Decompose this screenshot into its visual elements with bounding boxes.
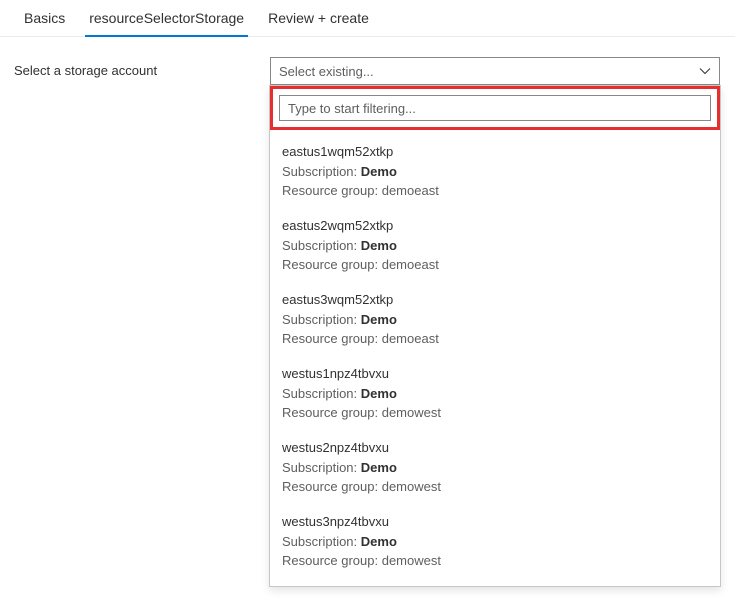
tab-review-create[interactable]: Review + create <box>256 0 381 36</box>
filter-input[interactable] <box>279 95 711 121</box>
option-subscription: Subscription: Demo <box>282 312 716 327</box>
filter-highlight <box>270 86 720 130</box>
chevron-down-icon <box>699 65 711 77</box>
option-resource-group: Resource group: demowest <box>282 479 716 494</box>
option-resource-group: Resource group: demowest <box>282 405 716 420</box>
option-name: westus3npz4tbvxu <box>282 514 716 529</box>
option-name: eastus1wqm52xtkp <box>282 144 716 159</box>
option-subscription: Subscription: Demo <box>282 238 716 253</box>
tab-basics[interactable]: Basics <box>12 0 77 36</box>
option-resource-group: Resource group: demoeast <box>282 257 716 272</box>
combobox-placeholder: Select existing... <box>279 64 374 79</box>
storage-option[interactable]: westus2npz4tbvxu Subscription: Demo Resour… <box>282 434 720 508</box>
storage-option[interactable]: eastus3wqm52xtkp Subscription: Demo Resour… <box>282 286 720 360</box>
storage-account-dropdown: eastus1wqm52xtkp Subscription: Demo Resour… <box>269 85 721 587</box>
option-name: eastus2wqm52xtkp <box>282 218 716 233</box>
storage-account-label: Select a storage account <box>14 57 270 78</box>
option-resource-group: Resource group: demowest <box>282 553 716 568</box>
options-list: eastus1wqm52xtkp Subscription: Demo Resour… <box>270 130 720 582</box>
option-name: westus1npz4tbvxu <box>282 366 716 381</box>
storage-account-row: Select a storage account Select existing… <box>0 57 735 85</box>
option-resource-group: Resource group: demoeast <box>282 331 716 346</box>
storage-account-field: Select existing... eastus1wqm52xtkpSubsc… <box>270 57 720 85</box>
option-subscription: Subscription: Demo <box>282 534 716 549</box>
option-subscription: Subscription: Demo <box>282 460 716 475</box>
tab-resourceselectorstorage[interactable]: resourceSelectorStorage <box>77 0 256 36</box>
storage-option[interactable]: westus1npz4tbvxu Subscription: Demo Resour… <box>282 360 720 434</box>
option-name: westus2npz4tbvxu <box>282 440 716 455</box>
storage-option[interactable]: eastus1wqm52xtkp Subscription: Demo Resour… <box>282 138 720 212</box>
storage-account-combobox[interactable]: Select existing... <box>270 57 720 85</box>
storage-option[interactable]: westus3npz4tbvxu Subscription: Demo Resour… <box>282 508 720 582</box>
storage-option[interactable]: eastus2wqm52xtkp Subscription: Demo Resour… <box>282 212 720 286</box>
option-subscription: Subscription: Demo <box>282 164 716 179</box>
tabs-bar: BasicsresourceSelectorStorageReview + cr… <box>0 0 735 37</box>
option-name: eastus3wqm52xtkp <box>282 292 716 307</box>
option-subscription: Subscription: Demo <box>282 386 716 401</box>
option-resource-group: Resource group: demoeast <box>282 183 716 198</box>
